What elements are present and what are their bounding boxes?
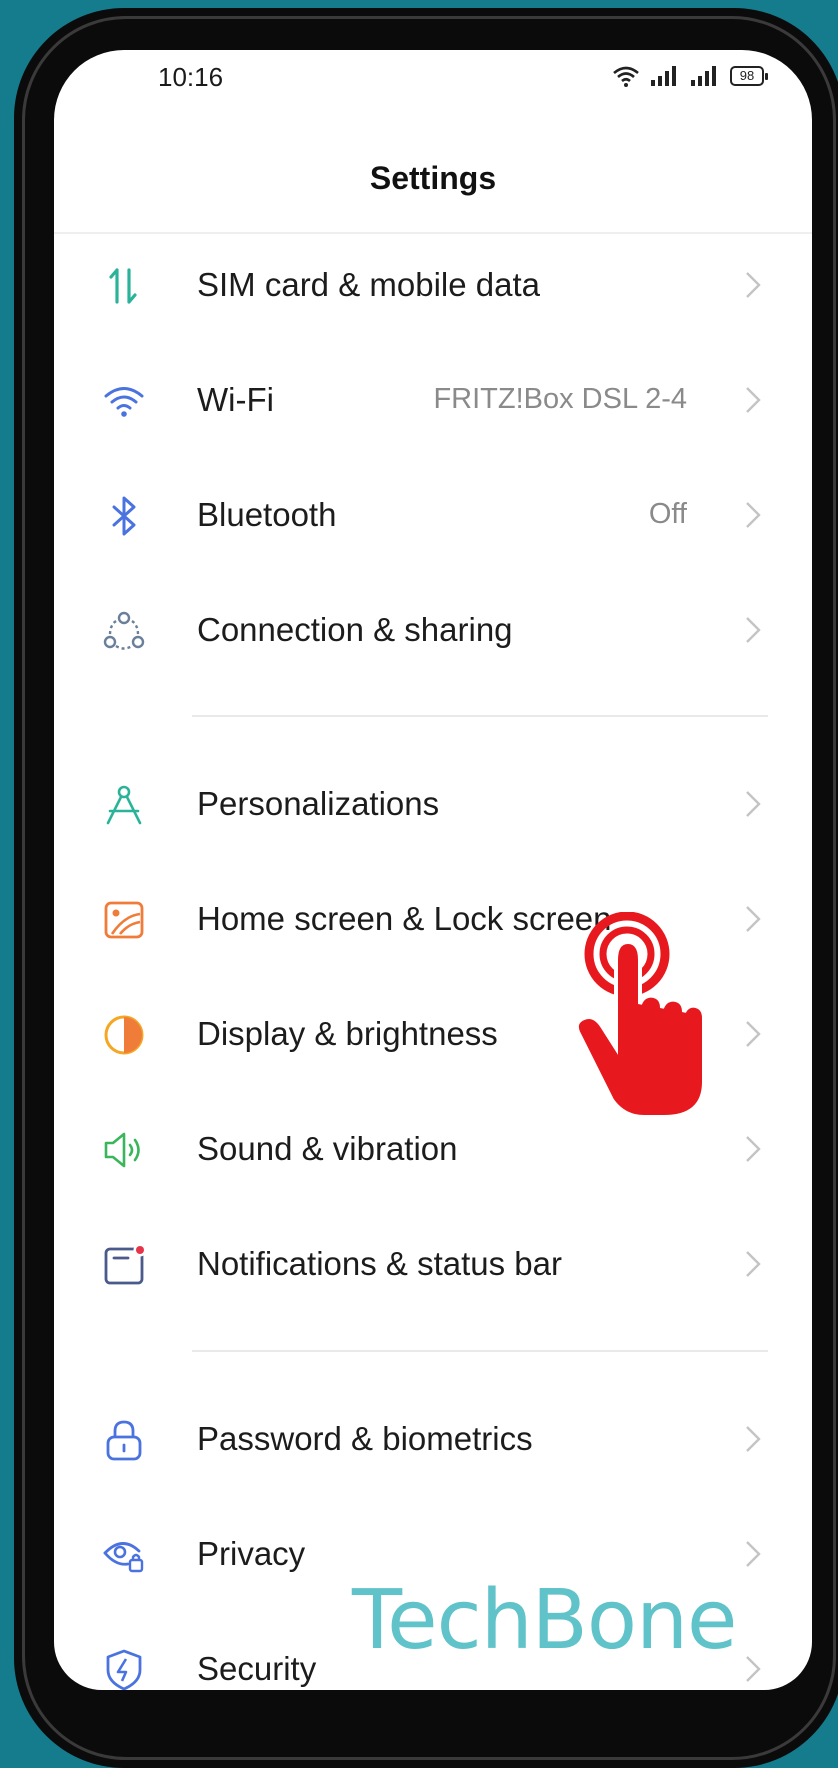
chevron-right-icon [746,1251,761,1277]
settings-item-label: Password & biometrics [197,1420,533,1457]
connection-sharing-icon [103,611,145,650]
settings-item-value: FRITZ!Box DSL 2-4 [433,383,687,415]
tap-hand-icon [574,912,706,1119]
status-bar: 10:16 98 [54,50,812,110]
settings-item-sim-card[interactable]: SIM card & mobile data [54,228,812,343]
phone-screen: 10:16 98 Settings SIM card & mobile data… [54,50,812,1690]
status-icons: 98 [612,64,768,88]
settings-item-personalizations[interactable]: Personalizations [54,747,812,862]
shield-icon [106,1649,142,1690]
chevron-right-icon [746,387,761,413]
settings-item-label: Bluetooth [197,496,337,533]
privacy-icon [103,1542,144,1573]
chevron-right-icon [746,791,761,817]
settings-item-label: Wi-Fi [197,381,274,418]
lock-icon [106,1420,142,1461]
mobile-data-icon [109,268,137,304]
compass-icon [106,785,142,825]
chevron-right-icon [746,1541,761,1567]
settings-item-connection-sharing[interactable]: Connection & sharing [54,573,812,688]
group-divider [192,1350,768,1352]
chevron-right-icon [746,1021,761,1047]
settings-item-label: Privacy [197,1535,306,1572]
settings-item-notifications[interactable]: Notifications & status bar [54,1207,812,1322]
chevron-right-icon [746,1136,761,1162]
settings-item-label: Display & brightness [197,1015,498,1052]
chevron-right-icon [746,272,761,298]
chevron-right-icon [746,1656,761,1682]
settings-item-password-biometrics[interactable]: Password & biometrics [54,1382,812,1497]
page-title: Settings [369,160,497,196]
brightness-icon [104,1015,144,1055]
settings-item-label: Connection & sharing [197,611,513,648]
settings-item-label: Home screen & Lock screen [197,900,612,937]
chevron-right-icon [746,1426,761,1452]
settings-item-label: Personalizations [197,785,440,822]
techbone-watermark: TechBone [352,1573,738,1668]
chevron-right-icon [746,906,761,932]
notification-icon [104,1243,146,1285]
signal-icon [651,66,676,86]
settings-item-label: SIM card & mobile data [197,266,540,303]
wifi-status-icon [613,66,639,87]
settings-item-wifi[interactable]: Wi-Fi FRITZ!Box DSL 2-4 [54,343,812,458]
signal-icon-2 [691,66,716,86]
speaker-icon [104,1132,140,1168]
chevron-right-icon [746,617,761,643]
bluetooth-icon [112,496,136,536]
status-time: 10:16 [158,62,224,92]
chevron-right-icon [746,502,761,528]
group-divider [192,715,768,717]
settings-item-value: Off [648,498,687,530]
settings-item-label: Security [197,1650,317,1687]
battery-icon: 98 [730,66,768,86]
settings-item-label: Sound & vibration [197,1130,458,1167]
wallpaper-icon [104,901,144,939]
settings-item-bluetooth[interactable]: Bluetooth Off [54,458,812,573]
settings-item-label: Notifications & status bar [197,1245,562,1282]
wifi-icon [104,387,144,417]
